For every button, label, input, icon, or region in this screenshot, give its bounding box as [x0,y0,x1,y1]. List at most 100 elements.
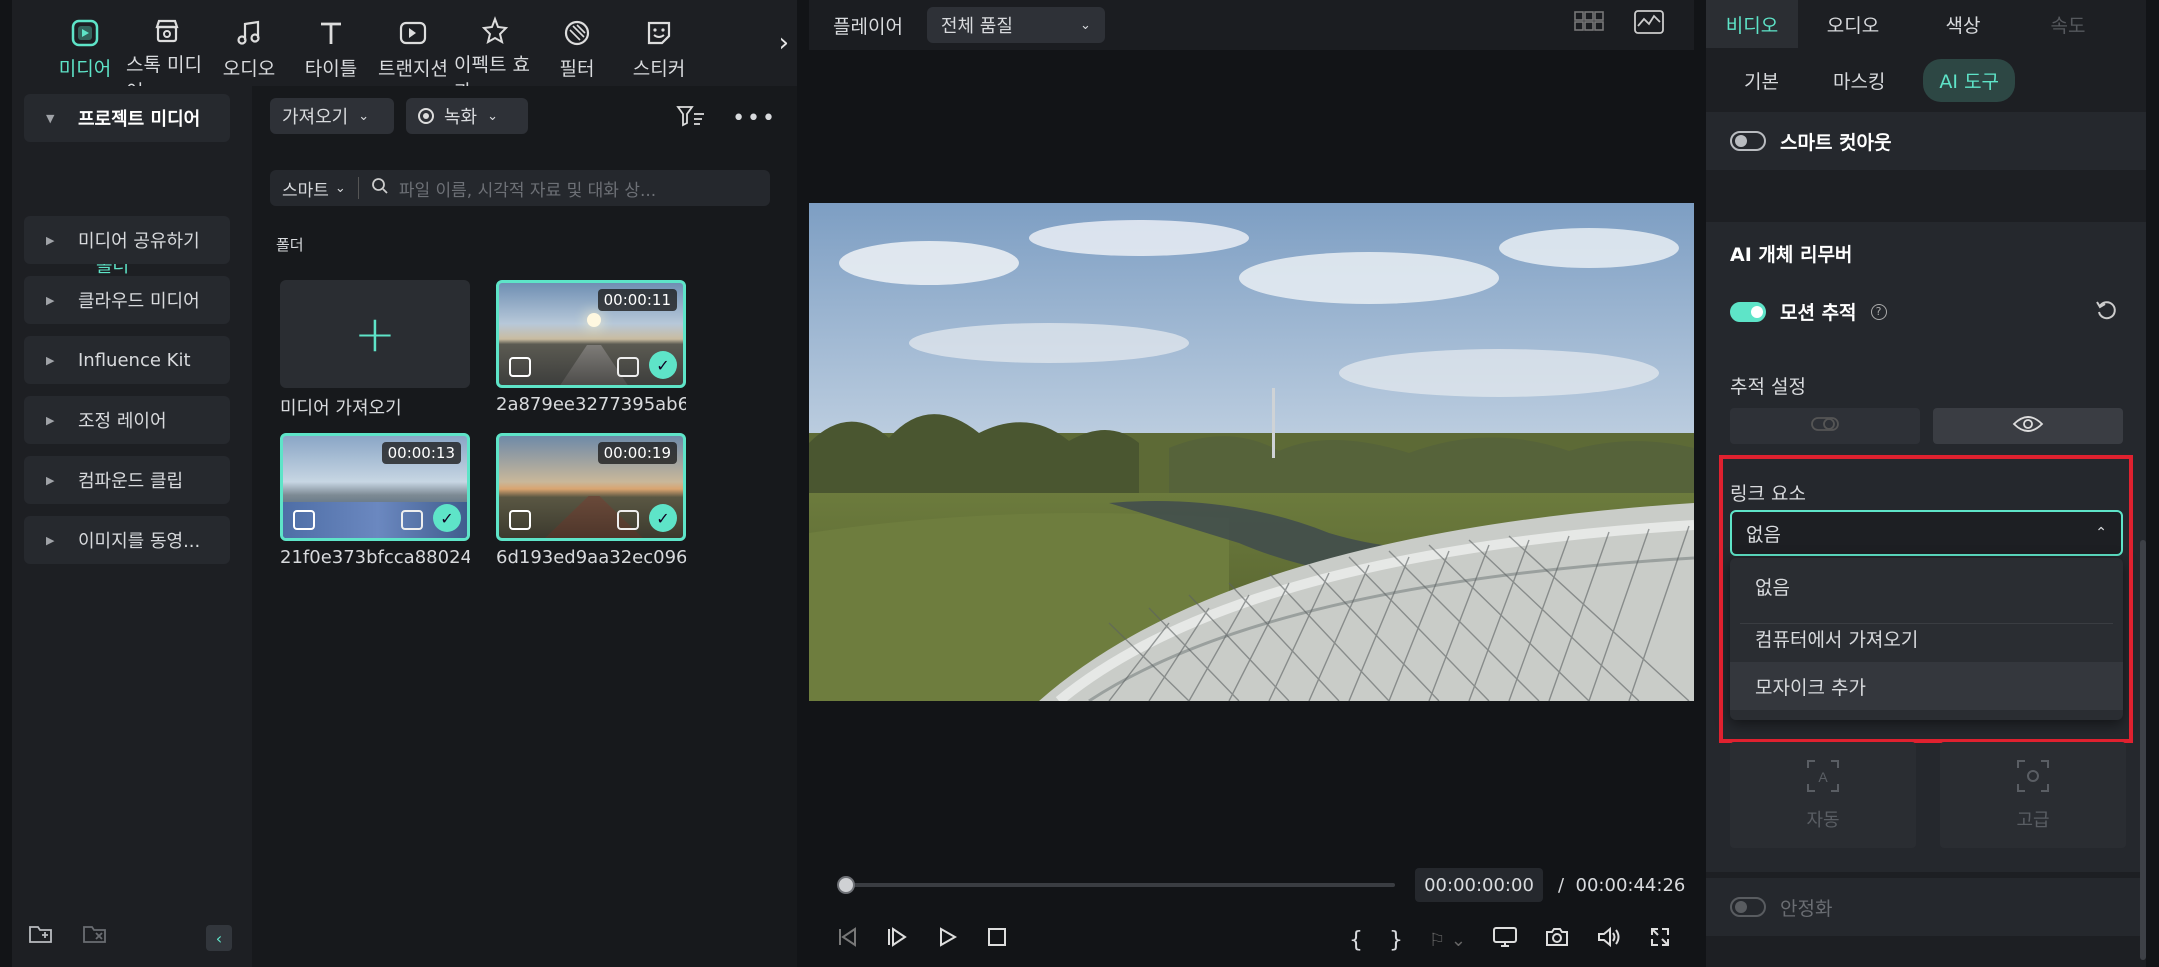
import-label: 가져오기 [282,107,349,128]
motion-tracking-row: 모션 추적 ? [1730,298,1887,325]
player-right-controls: { } ⚐ ⌄ [1349,925,1672,955]
tracking-toggle-button[interactable] [1730,408,1920,444]
reset-icon[interactable] [2094,298,2118,326]
fullscreen-icon[interactable] [1648,925,1672,955]
help-icon[interactable]: ? [1870,303,1887,320]
tracking-view-button[interactable] [1933,408,2123,444]
tab-effects[interactable]: 이펙트 효과 [454,0,536,103]
search-icon [371,177,389,200]
tab-transitions[interactable]: 트랜지션 [372,0,454,84]
sidebar-item-label: 컴파운드 클립 [78,471,184,492]
sidebar-item-cloud-media[interactable]: ▶ 클라우드 미디어 [24,276,230,324]
mark-in-icon[interactable]: { [1349,928,1363,953]
tab-color[interactable]: 색상 [1908,0,2018,48]
highlight-box [1719,455,2133,743]
mode-advanced-label: 고급 [2016,809,2050,831]
sidebar-item-label: 클라우드 미디어 [78,291,200,312]
playback-scrubber[interactable] [837,876,1395,894]
tab-stock-media[interactable]: 스톡 미디어 [126,0,208,103]
subtab-basic[interactable]: 기본 [1728,59,1795,102]
current-timecode[interactable]: 00:00:00:00 [1415,868,1543,902]
sun-graphic [587,313,601,327]
mark-out-icon[interactable]: } [1389,928,1403,953]
collapse-sidebar-button[interactable]: ‹ [206,925,232,951]
caret-right-icon: ▶ [46,233,55,247]
grid-view-icon[interactable] [1574,10,1604,39]
current-timecode-text: 00:00:00:00 [1424,874,1534,896]
search-input[interactable]: 파일 이름, 시각적 자료 및 대화 상... [399,176,656,201]
stabilize-toggle[interactable] [1730,897,1766,917]
snapshot-camera-icon[interactable] [1544,925,1570,955]
tab-audio-props[interactable]: 오디오 [1798,0,1908,48]
tab-stickers-label: 스티커 [632,58,686,80]
media-icon [68,16,102,50]
subtab-masking[interactable]: 마스킹 [1817,59,1901,102]
sidebar-item-image-to-video[interactable]: ▶ 이미지를 동영... [24,516,230,564]
video-preview[interactable] [809,203,1694,701]
quality-dropdown[interactable]: 전체 품질 ⌄ [926,7,1105,43]
stop-icon[interactable] [985,925,1009,953]
library-bottom-bar [28,923,108,949]
new-folder-icon[interactable] [28,923,54,949]
tab-speed[interactable]: 속도 [2018,0,2118,48]
media-clip[interactable]: 00:00:13 ✓ 21f0e373bfcca88024c... [280,433,470,568]
tab-stickers[interactable]: 스티커 [618,0,700,84]
tab-titles[interactable]: 타이틀 [290,0,372,84]
previous-frame-icon[interactable] [835,925,859,953]
sidebar-item-adjustment-layer[interactable]: ▶ 조정 레이어 [24,396,230,444]
add-media-card[interactable]: + 미디어 가져오기 [280,280,470,420]
sidebar-item-media-share[interactable]: ▶ 미디어 공유하기 [24,216,230,264]
advanced-select-icon [2016,759,2050,798]
clip-audio-icon [617,357,639,377]
media-clip[interactable]: 00:00:11 ✓ 2a879ee3277395ab68... [496,280,686,415]
player-header: 플레이어 전체 품질 ⌄ [809,0,1694,50]
more-options-icon[interactable]: ••• [732,106,777,131]
tab-audio[interactable]: 오디오 [208,0,290,84]
tabs-scroll-right-icon[interactable]: › [779,28,789,58]
media-toolbar: 가져오기 ⌄ 녹화 ⌄ [270,98,528,134]
mode-advanced-button[interactable]: 고급 [1940,742,2126,848]
tab-video[interactable]: 비디오 [1706,0,1798,48]
record-dropdown[interactable]: 녹화 ⌄ [406,98,528,134]
stock-media-icon [150,16,184,46]
marker-icon[interactable]: ⚐ ⌄ [1429,930,1466,951]
motion-tracking-toggle[interactable] [1730,301,1766,322]
properties-panel: 비디오 오디오 색상 속도 기본 마스킹 AI 도구 스마트 컷아웃 AI 개체… [1706,0,2146,967]
waveform-chart-icon[interactable] [1634,10,1664,39]
panel-scrollbar[interactable] [2140,540,2146,960]
subtab-ai-tools[interactable]: AI 도구 [1923,58,2016,102]
display-settings-icon[interactable] [1492,925,1518,955]
player-header-icons [1574,10,1664,39]
tab-audio-label: 오디오 [1826,14,1880,37]
tab-video-label: 비디오 [1725,14,1779,37]
plus-icon: + [280,280,470,388]
video-subtabs: 기본 마스킹 AI 도구 [1706,56,2146,104]
import-dropdown[interactable]: 가져오기 ⌄ [270,98,394,134]
sidebar-item-project-media[interactable]: ▼ 프로젝트 미디어 [24,94,230,142]
volume-icon[interactable] [1596,925,1622,955]
sidebar-item-label: 이미지를 동영... [78,531,201,552]
caret-right-icon: ▶ [46,413,55,427]
clip-thumbnail: 00:00:19 ✓ [496,433,686,541]
tab-media[interactable]: 미디어 [44,0,126,84]
play-icon[interactable] [935,925,959,953]
library-sidebar: ▼ 프로젝트 미디어 폴더 ▶ 미디어 공유하기 ▶ 클라우드 미디어 ▶ In… [12,86,252,967]
tab-filters[interactable]: 필터 [536,0,618,84]
check-icon: ✓ [649,504,677,532]
caret-right-icon: ▶ [46,293,55,307]
tab-transitions-label: 트랜지션 [378,58,448,80]
smart-filter-dropdown[interactable]: 스마트 [282,176,329,201]
smart-cutout-label: 스마트 컷아웃 [1780,131,1892,154]
media-clip[interactable]: 00:00:19 ✓ 6d193ed9aa32ec096a... [496,433,686,568]
sidebar-item-influence-kit[interactable]: ▶ Influence Kit [24,336,230,384]
next-frame-icon[interactable] [885,925,909,953]
check-icon: ✓ [433,504,461,532]
delete-folder-icon[interactable] [82,923,108,949]
filter-sort-icon[interactable] [676,104,706,132]
sidebar-item-compound-clip[interactable]: ▶ 컴파운드 클립 [24,456,230,504]
chevron-down-icon: ⌄ [334,180,346,196]
smart-cutout-toggle[interactable] [1730,131,1766,151]
scrubber-handle[interactable] [837,876,855,894]
app-root: 미디어 스톡 미디어 오디오 타이틀 [0,0,2159,967]
mode-auto-button[interactable]: A 자동 [1730,742,1916,848]
